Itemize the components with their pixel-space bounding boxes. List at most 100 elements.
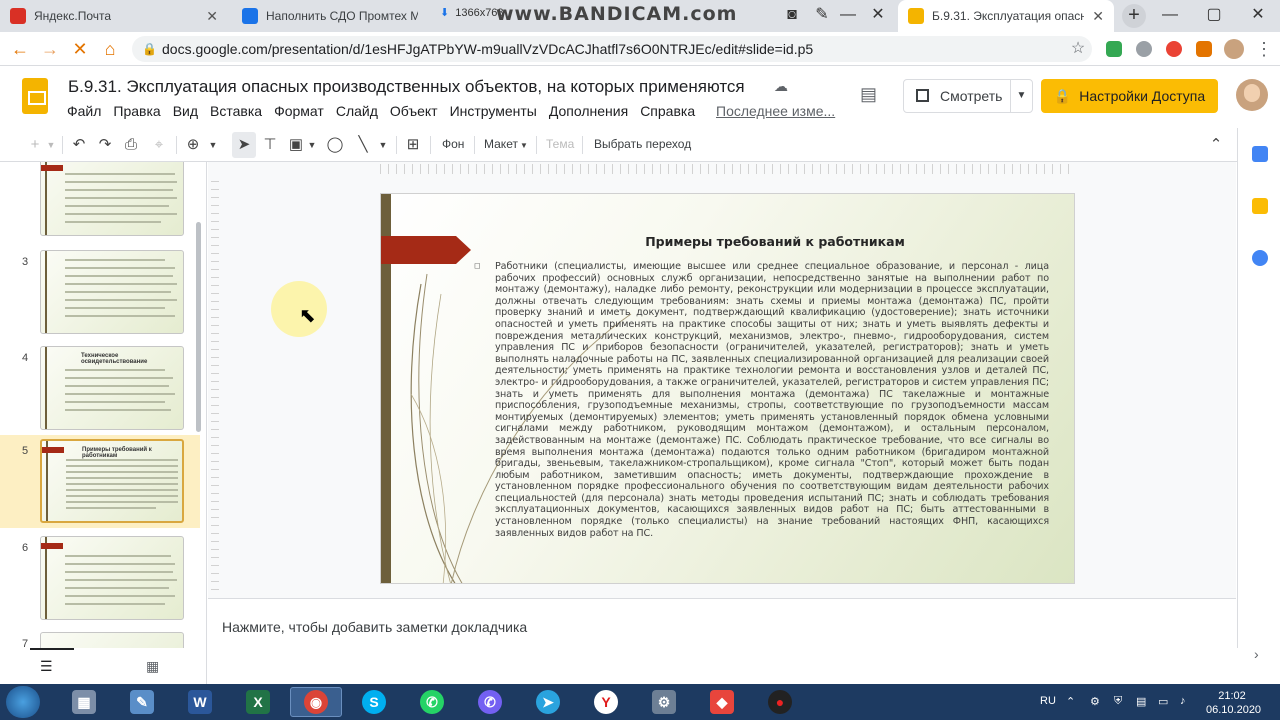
taskbar-yandex-browser[interactable]: Y [580, 687, 632, 717]
tray-expand-icon[interactable]: ⌃ [1066, 695, 1075, 708]
paint-format-icon[interactable]: ⌖ [150, 135, 168, 155]
document-title[interactable]: Б.9.31. Эксплуатация опасных производств… [68, 77, 745, 97]
present-button[interactable]: Смотреть ▼ [903, 79, 1033, 113]
close-recorder-icon[interactable]: ✕ [856, 0, 900, 32]
close-tab-icon[interactable]: ✕ [206, 8, 218, 25]
new-slide-dropdown-icon[interactable]: ▼ [44, 135, 58, 155]
slide-thumbnail-3[interactable]: 3 [0, 246, 200, 339]
grid-view-icon[interactable]: ▦ [146, 658, 159, 675]
taskbar-viber[interactable]: ✆ [464, 687, 516, 717]
menu-view[interactable]: Вид [173, 103, 198, 119]
browser-tab-slides[interactable]: Б.9.31. Эксплуатация опасных ✕ [898, 0, 1114, 32]
layout-dropdown-icon[interactable]: ▼ [518, 136, 530, 156]
background-button[interactable]: Фон [442, 137, 464, 151]
window-maximize-icon[interactable]: ▢ [1192, 0, 1236, 32]
taskbar-anydesk[interactable]: ◆ [696, 687, 748, 717]
last-edit-link[interactable]: Последнее изме... [716, 103, 835, 119]
menu-edit[interactable]: Правка [113, 103, 160, 119]
new-slide-icon[interactable]: + [26, 135, 44, 155]
new-tab-button[interactable]: + [1122, 4, 1146, 28]
menu-file[interactable]: Файл [67, 103, 101, 119]
layout-button[interactable]: Макет [484, 137, 518, 151]
slide-body-text[interactable]: Работники (специалисты, имеющие высшее и… [495, 261, 1049, 539]
slide-thumbnail-7[interactable]: 7 [0, 628, 200, 648]
print-icon[interactable]: ⎙ [122, 135, 140, 155]
zoom-dropdown-icon[interactable]: ▼ [206, 135, 220, 155]
extensions-puzzle-icon[interactable] [1196, 41, 1212, 57]
window-minimize-icon[interactable]: — [1148, 0, 1192, 32]
menu-slide[interactable]: Слайд [336, 103, 378, 119]
extension-gray-icon[interactable] [1136, 41, 1152, 57]
text-box-icon[interactable]: ⊤ [261, 135, 279, 155]
profile-avatar-icon[interactable] [1224, 39, 1244, 59]
menu-object[interactable]: Объект [390, 103, 438, 119]
slide-thumbnail-4[interactable]: 4 Техническое освидетельствование [0, 342, 200, 435]
browser-tab-sdo[interactable]: Наполнить СДО Промтех Мос [232, 0, 428, 32]
taskbar-skype[interactable]: S [348, 687, 400, 717]
calendar-icon[interactable] [1252, 146, 1268, 162]
add-comment-icon[interactable]: ⊞ [404, 135, 422, 155]
image-dropdown-icon[interactable]: ▼ [306, 135, 318, 155]
start-button[interactable] [6, 686, 40, 718]
taskbar-tool-app[interactable]: ⚙ [638, 687, 690, 717]
slide-thumbnail-5[interactable]: 5 Примеры требований к работникам [0, 435, 200, 528]
collapse-toolbar-icon[interactable]: ⌃ [1206, 135, 1226, 155]
browser-menu-icon[interactable]: ⋮ [1252, 37, 1276, 61]
keep-icon[interactable] [1252, 198, 1268, 214]
tray-network-icon[interactable]: ▤ [1136, 695, 1146, 708]
filmstrip-scrollbar[interactable] [196, 222, 201, 432]
language-indicator[interactable]: RU [1040, 695, 1056, 707]
home-icon[interactable]: ⌂ [98, 37, 122, 61]
expand-panel-icon[interactable]: › [1254, 646, 1259, 662]
menu-addons[interactable]: Дополнения [549, 103, 628, 119]
share-button[interactable]: 🔒 Настройки Доступа [1041, 79, 1218, 113]
theme-button[interactable]: Тема [546, 137, 574, 151]
redo-icon[interactable]: ↷ [96, 135, 114, 155]
notes-divider[interactable] [208, 598, 1236, 606]
slides-logo-icon[interactable] [22, 78, 48, 114]
filmstrip-view-icon[interactable]: ☰ [40, 658, 53, 675]
transition-button[interactable]: Выбрать переход [594, 137, 691, 151]
tray-security-icon[interactable]: ⛨ [1114, 695, 1122, 708]
menu-format[interactable]: Формат [274, 103, 324, 119]
slide-title[interactable]: Примеры требований к работникам [495, 234, 1055, 249]
back-arrow-icon[interactable]: ← [8, 37, 32, 61]
undo-icon[interactable]: ↶ [70, 135, 88, 155]
taskbar-whatsapp[interactable]: ✆ [406, 687, 458, 717]
line-dropdown-icon[interactable]: ▼ [376, 135, 390, 155]
speaker-notes-area[interactable]: Нажмите, чтобы добавить заметки докладчи… [208, 606, 1236, 648]
zoom-icon[interactable]: ⊕ [184, 135, 202, 155]
slide-thumbnail-6[interactable]: 6 [0, 532, 200, 625]
window-close-icon[interactable]: ✕ [1236, 0, 1280, 32]
tray-monitor-icon[interactable]: ▭ [1158, 695, 1168, 708]
browser-tab-mail[interactable]: Яндекс.Почта ✕ [0, 0, 228, 32]
taskbar-bandicam[interactable]: ● [754, 687, 806, 717]
menu-tools[interactable]: Инструменты [450, 103, 537, 119]
forward-arrow-icon[interactable]: → [38, 37, 62, 61]
current-slide[interactable]: Примеры требований к работникам ◻ Работн… [380, 193, 1075, 584]
extension-green-icon[interactable] [1106, 41, 1122, 57]
taskbar-chrome[interactable]: ◉ [290, 687, 342, 717]
stop-loading-icon[interactable]: ✕ [68, 37, 92, 61]
menu-insert[interactable]: Вставка [210, 103, 262, 119]
taskbar-word[interactable]: W [174, 687, 226, 717]
insert-image-icon[interactable]: ▣ [287, 135, 305, 155]
line-icon[interactable]: ╲ [354, 135, 372, 155]
address-bar[interactable]: 🔒 docs.google.com/presentation/d/1esHFJg… [132, 36, 1092, 62]
slide-thumbnail[interactable] [0, 162, 200, 236]
system-clock[interactable]: 21:02 06.10.2020 [1206, 689, 1261, 717]
tray-app-icon[interactable]: ⚙ [1090, 695, 1100, 708]
shape-icon[interactable]: ◯ [326, 135, 344, 155]
tray-volume-icon[interactable]: ♪ [1180, 695, 1186, 707]
menu-help[interactable]: Справка [640, 103, 695, 119]
comments-icon[interactable]: ▤ [860, 84, 884, 104]
close-tab-icon[interactable]: ✕ [1092, 8, 1104, 25]
bookmark-star-icon[interactable]: ☆ [1066, 37, 1090, 61]
account-avatar[interactable] [1236, 79, 1268, 111]
taskbar-telegram[interactable]: ➤ [522, 687, 574, 717]
tasks-icon[interactable] [1252, 250, 1268, 266]
taskbar-excel[interactable]: X [232, 687, 284, 717]
select-cursor-icon[interactable]: ➤ [235, 135, 253, 155]
present-dropdown-icon[interactable]: ▼ [1010, 80, 1032, 112]
taskbar-calculator[interactable]: ▦ [58, 687, 110, 717]
